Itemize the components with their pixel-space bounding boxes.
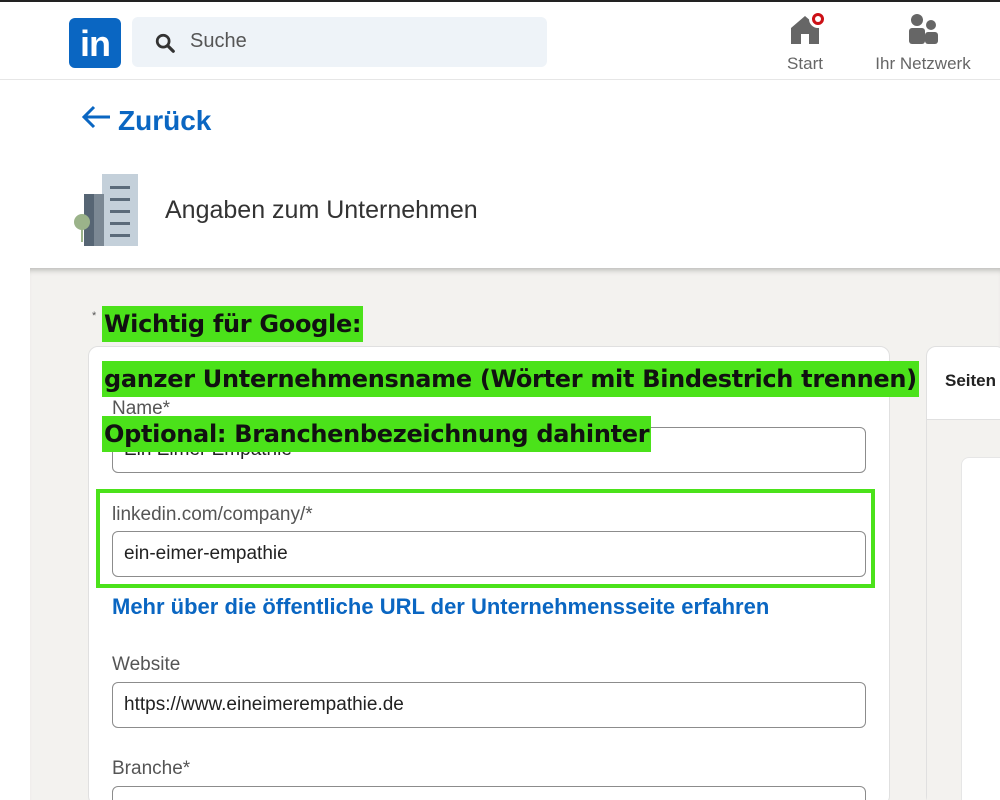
preview-label: Seiten xyxy=(945,371,997,390)
annotation-company-name: ganzer Unternehmensname (Wörter mit Bind… xyxy=(102,361,919,397)
industry-label: Branche* xyxy=(112,758,191,779)
arrow-left-icon xyxy=(80,104,112,138)
company-header: Angaben zum Unternehmen xyxy=(30,150,1000,270)
global-nav: in Suche Start Ihr Netzwerk xyxy=(0,0,1000,80)
website-label: Website xyxy=(112,654,181,675)
search-bar[interactable]: Suche xyxy=(132,17,547,67)
annotation-industry-optional: Optional: Branchenbezeichnung dahinter xyxy=(102,416,652,452)
nav-label-start: Start xyxy=(787,54,823,73)
home-icon xyxy=(785,10,827,48)
company-building-icon xyxy=(74,174,138,246)
search-icon xyxy=(155,33,175,53)
required-note-marker: * xyxy=(92,310,97,322)
linkedin-logo-icon[interactable]: in xyxy=(69,18,121,68)
website-field[interactable]: https://www.eineimerempathie.de xyxy=(112,682,866,728)
page-preview-card: Seiten xyxy=(926,346,1000,800)
notification-badge xyxy=(809,10,827,28)
back-label: Zurück xyxy=(118,105,212,136)
nav-item-start[interactable]: Start xyxy=(750,8,860,74)
nav-item-network[interactable]: Ihr Netzwerk xyxy=(868,8,978,74)
nav-label-network: Ihr Netzwerk xyxy=(875,54,971,73)
search-input[interactable]: Suche xyxy=(190,30,247,53)
preview-inner-card xyxy=(961,457,1000,800)
learn-more-url-link[interactable]: Mehr über die öffentliche URL der Untern… xyxy=(112,594,769,620)
annotation-google-heading: Wichtig für Google: xyxy=(102,306,364,342)
industry-field[interactable] xyxy=(112,786,866,800)
network-icon xyxy=(903,10,943,48)
page-title: Angaben zum Unternehmen xyxy=(165,196,478,224)
back-link[interactable]: Zurück xyxy=(80,104,211,138)
url-highlight-box xyxy=(96,489,875,588)
